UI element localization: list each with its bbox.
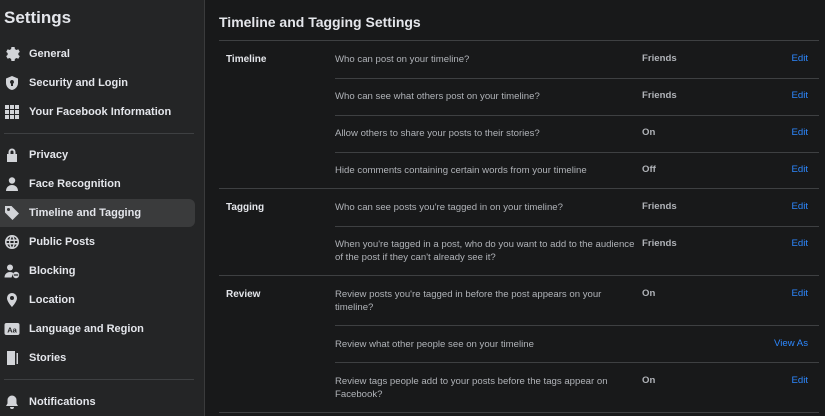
setting-row-text: Who can see posts you're tagged in on yo… xyxy=(335,202,563,213)
section-label-timeline: Timeline xyxy=(226,54,267,65)
sidebar-item-notifications[interactable]: Notifications xyxy=(0,388,195,416)
row-divider xyxy=(335,362,819,363)
setting-row-text: When you're tagged in a post, who do you… xyxy=(335,239,635,263)
sidebar-item-label: Location xyxy=(29,294,75,306)
sidebar-item-general[interactable]: General xyxy=(0,40,195,68)
person-icon xyxy=(4,176,20,192)
edit-link[interactable]: Edit xyxy=(791,127,808,138)
setting-row-text: Review what other people see on your tim… xyxy=(335,339,534,350)
shield-icon xyxy=(4,75,20,91)
sidebar-item-label: Language and Region xyxy=(29,323,144,335)
sidebar-item-label: General xyxy=(29,48,70,60)
sidebar-item-label: Timeline and Tagging xyxy=(29,207,142,219)
setting-row-value: Friends xyxy=(642,201,677,212)
grid-icon xyxy=(4,104,20,120)
edit-link[interactable]: Edit xyxy=(791,375,808,386)
setting-row-text: Review posts you're tagged in before the… xyxy=(335,289,602,313)
edit-link[interactable]: Edit xyxy=(791,53,808,64)
edit-link[interactable]: Edit xyxy=(791,238,808,249)
sidebar-title: Settings xyxy=(4,8,72,27)
sidebar-item-face-recognition[interactable]: Face Recognition xyxy=(0,170,195,198)
setting-row-value: Friends xyxy=(642,90,677,101)
sidebar-item-timeline-and-tagging[interactable]: Timeline and Tagging xyxy=(0,199,195,227)
sidebar-item-label: Security and Login xyxy=(29,77,129,89)
section-divider xyxy=(219,188,819,189)
sidebar-item-label: Public Posts xyxy=(29,236,96,248)
setting-row-value: Friends xyxy=(642,53,677,64)
row-divider xyxy=(335,78,819,79)
sidebar-item-language-and-region[interactable]: Aa Language and Region xyxy=(0,315,195,343)
gear-icon xyxy=(4,46,20,62)
sidebar-item-stories[interactable]: Stories xyxy=(0,344,195,372)
setting-row-value: On xyxy=(642,375,656,386)
tag-icon xyxy=(4,205,20,221)
setting-row-value: Off xyxy=(642,164,656,175)
edit-link[interactable]: Edit xyxy=(791,164,808,175)
sidebar-item-location[interactable]: Location xyxy=(0,286,195,314)
settings-sidebar: Settings General Security and Login Your… xyxy=(0,0,205,416)
edit-link[interactable]: Edit xyxy=(791,90,808,101)
edit-link[interactable]: Edit xyxy=(791,288,808,299)
row-divider xyxy=(335,152,819,153)
row-divider xyxy=(335,226,819,227)
book-icon xyxy=(4,350,20,366)
svg-text:Aa: Aa xyxy=(7,325,17,334)
sidebar-item-blocking[interactable]: Blocking xyxy=(0,257,195,285)
sidebar-item-label: Stories xyxy=(29,352,67,364)
setting-row-text: Review tags people add to your posts bef… xyxy=(335,376,608,400)
sidebar-item-label: Blocking xyxy=(29,265,76,277)
section-divider xyxy=(219,275,819,276)
title-divider xyxy=(219,40,819,41)
bell-icon xyxy=(4,394,20,410)
sidebar-item-label: Notifications xyxy=(29,396,96,408)
setting-row-value: On xyxy=(642,288,656,299)
sidebar-item-security-and-login[interactable]: Security and Login xyxy=(0,69,195,97)
sidebar-item-public-posts[interactable]: Public Posts xyxy=(0,228,195,256)
setting-row-text: Hide comments containing certain words f… xyxy=(335,165,587,176)
section-divider xyxy=(219,412,819,413)
location-pin-icon xyxy=(4,292,20,308)
setting-row-text: Who can post on your timeline? xyxy=(335,54,470,65)
setting-row-text: Allow others to share your posts to thei… xyxy=(335,128,540,139)
sidebar-item-label: Your Facebook Information xyxy=(29,106,172,118)
view-as-link[interactable]: View As xyxy=(774,338,808,349)
block-user-icon xyxy=(4,263,20,279)
lock-icon xyxy=(4,147,20,163)
page-title: Timeline and Tagging Settings xyxy=(219,14,421,30)
row-divider xyxy=(335,115,819,116)
sidebar-item-privacy[interactable]: Privacy xyxy=(0,141,195,169)
sidebar-divider xyxy=(4,379,194,380)
sidebar-divider xyxy=(4,133,194,134)
sidebar-item-label: Face Recognition xyxy=(29,178,121,190)
sidebar-item-your-facebook-information[interactable]: Your Facebook Information xyxy=(0,98,195,126)
sidebar-item-label: Privacy xyxy=(29,149,69,161)
setting-row-text: Who can see what others post on your tim… xyxy=(335,91,540,102)
setting-row-value: Friends xyxy=(642,238,677,249)
language-icon: Aa xyxy=(4,321,20,337)
setting-row-value: On xyxy=(642,127,656,138)
globe-icon xyxy=(4,234,20,250)
settings-content: Timeline and Tagging Settings Timeline W… xyxy=(206,0,825,416)
section-label-tagging: Tagging xyxy=(226,202,265,213)
row-divider xyxy=(335,325,819,326)
section-label-review: Review xyxy=(226,289,261,300)
edit-link[interactable]: Edit xyxy=(791,201,808,212)
